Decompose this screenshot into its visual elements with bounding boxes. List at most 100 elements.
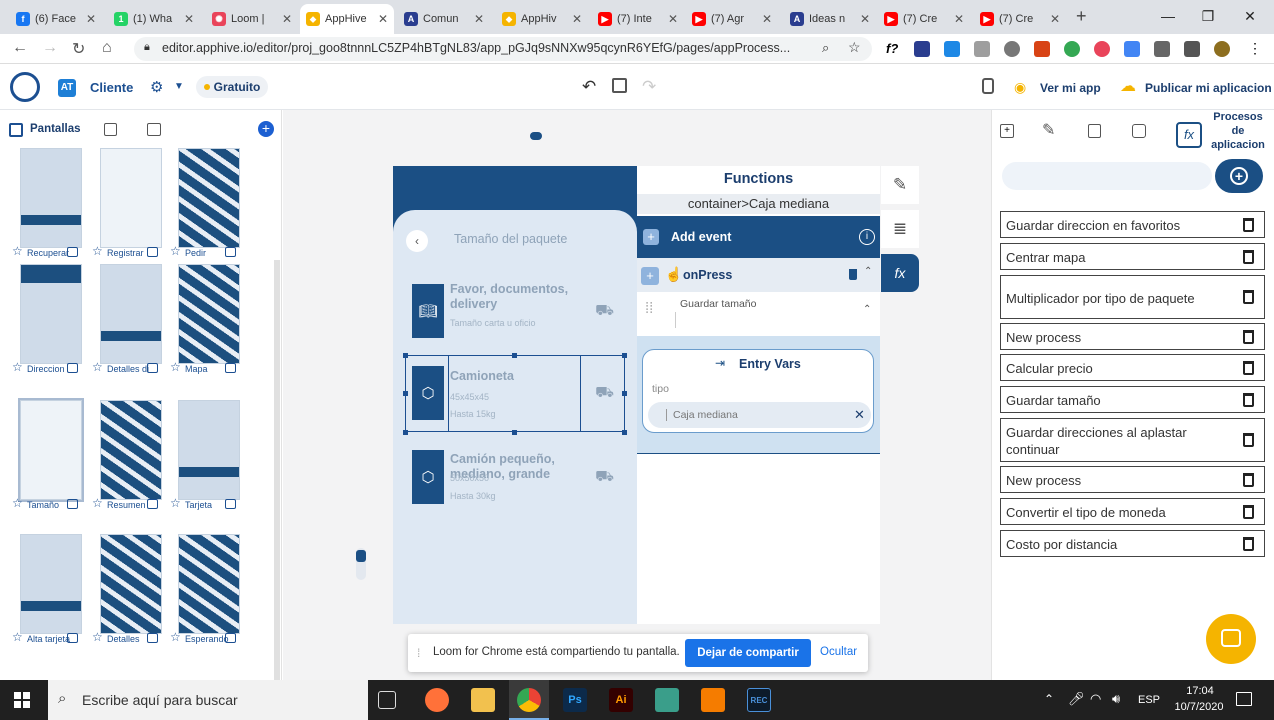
screen-thumbnail[interactable] <box>178 534 240 634</box>
recorder-icon[interactable]: REC <box>747 688 771 712</box>
process-item[interactable]: Guardar tamaño <box>1000 386 1265 413</box>
extension-icon-8[interactable] <box>1124 41 1140 57</box>
profile-avatar[interactable] <box>1214 41 1230 57</box>
package-option-large[interactable]: ⬡ Camión pequeño, mediano, grande 50x50x… <box>408 446 622 510</box>
process-item[interactable]: Guardar direcciones al aplastar continua… <box>1000 418 1265 462</box>
language-indicator[interactable]: ESP <box>1138 694 1160 706</box>
add-process-button[interactable]: + <box>1215 159 1263 193</box>
info-icon[interactable]: i <box>859 229 875 245</box>
trash-icon[interactable] <box>1243 433 1254 447</box>
close-tab-icon[interactable]: ✕ <box>762 12 772 26</box>
browser-tab[interactable]: 1 (1) Wha ✕ <box>108 4 200 34</box>
close-tab-icon[interactable]: ✕ <box>378 12 388 26</box>
extension-icon-2[interactable] <box>944 41 960 57</box>
trash-icon[interactable] <box>1243 217 1254 232</box>
extension-icon-4[interactable] <box>1004 41 1020 57</box>
delete-event-icon[interactable] <box>849 269 857 280</box>
screen-settings-icon[interactable] <box>67 247 78 257</box>
tray-chevron-icon[interactable]: ⌃ <box>1044 692 1054 706</box>
database-tool-icon[interactable]: ≣ <box>881 210 919 248</box>
back-button[interactable]: ‹ <box>406 230 428 252</box>
screen-thumbnail[interactable] <box>18 398 84 502</box>
chevron-down-icon[interactable]: ▼ <box>174 81 184 92</box>
tablet-view-icon[interactable] <box>104 123 117 136</box>
home-icon[interactable]: ⌂ <box>102 39 112 57</box>
close-tab-icon[interactable]: ✕ <box>282 12 292 26</box>
clear-value-icon[interactable]: ✕ <box>854 407 865 423</box>
event-row[interactable]: + ☝ onPress ⌃ <box>637 258 880 292</box>
address-bar[interactable]: 🔒︎ editor.apphive.io/editor/proj_goo8tnn… <box>134 37 872 61</box>
trash-icon[interactable] <box>1243 504 1254 519</box>
screen-settings-icon[interactable] <box>67 363 78 373</box>
functions-tool-icon[interactable]: fx <box>881 254 919 292</box>
scrollbar[interactable] <box>274 260 280 680</box>
settings-gear-icon[interactable]: ⚙ <box>150 78 163 96</box>
screen-thumbnail[interactable] <box>178 400 240 500</box>
volume-icon[interactable]: 🔊︎ <box>1112 691 1120 707</box>
favorite-star-icon[interactable]: ☆ <box>170 244 181 258</box>
process-item[interactable]: Multiplicador por tipo de paquete <box>1000 275 1265 319</box>
favorite-star-icon[interactable]: ☆ <box>92 360 103 374</box>
process-chevron-icon[interactable]: ⌃ <box>863 304 871 315</box>
favorite-star-icon[interactable]: ☆ <box>12 360 23 374</box>
close-tab-icon[interactable]: ✕ <box>1050 12 1060 26</box>
extension-icon-5[interactable] <box>1034 41 1050 57</box>
stop-sharing-button[interactable]: Dejar de compartir <box>685 639 811 667</box>
browser-tab[interactable]: A Ideas n ✕ <box>784 4 876 34</box>
resize-handle[interactable] <box>512 430 517 435</box>
process-item[interactable]: Guardar direccion en favoritos <box>1000 211 1265 238</box>
trash-icon[interactable] <box>1243 472 1254 487</box>
back-icon[interactable]: ← <box>12 39 28 57</box>
screens-tab-label[interactable]: Pantallas <box>30 123 81 135</box>
browser-tab[interactable]: ▶ (7) Cre ✕ <box>878 4 970 34</box>
reload-icon[interactable]: ↻ <box>72 39 85 59</box>
resize-handle[interactable] <box>512 353 517 358</box>
zoom-slider[interactable] <box>356 548 366 580</box>
process-item[interactable]: Calcular precio <box>1000 354 1265 381</box>
screen-settings-icon[interactable] <box>225 363 236 373</box>
apphive-logo[interactable] <box>10 72 40 102</box>
favorite-star-icon[interactable]: ☆ <box>12 244 23 258</box>
app-name[interactable]: Cliente <box>90 80 133 95</box>
close-tab-icon[interactable]: ✕ <box>86 12 96 26</box>
process-dropdown[interactable] <box>675 312 871 328</box>
screen-settings-icon[interactable] <box>225 499 236 509</box>
process-item[interactable]: Centrar mapa <box>1000 243 1265 270</box>
browser-tab[interactable]: ✺ Loom | ✕ <box>206 4 298 34</box>
layout-icon[interactable] <box>147 123 161 136</box>
taskbar-search-input[interactable]: ⌕ Escribe aquí para buscar <box>48 680 368 720</box>
favorite-star-icon[interactable]: ☆ <box>170 360 181 374</box>
chrome-taskbar-active[interactable] <box>509 680 549 720</box>
screen-thumbnail[interactable] <box>100 264 162 364</box>
favorite-star-icon[interactable]: ☆ <box>92 244 103 258</box>
minimize-button[interactable]: — <box>1148 4 1188 28</box>
extension-icon-1[interactable] <box>914 41 930 57</box>
favorite-star-icon[interactable]: ☆ <box>170 630 181 644</box>
close-tab-icon[interactable]: ✕ <box>860 12 870 26</box>
view-app-link[interactable]: Ver mi app <box>1040 81 1101 95</box>
task-view-icon[interactable] <box>378 691 396 709</box>
add-action-icon[interactable]: + <box>641 267 659 285</box>
resize-handle[interactable] <box>403 353 408 358</box>
resize-handle[interactable] <box>622 391 627 396</box>
microphone-icon[interactable]: 🎤︎ <box>1068 691 1085 707</box>
add-tab-icon[interactable]: + <box>1000 124 1014 138</box>
publish-app-link[interactable]: Publicar mi aplicacion <box>1145 81 1272 95</box>
extension-icon-3[interactable] <box>974 41 990 57</box>
trash-icon[interactable] <box>1243 249 1254 264</box>
process-item[interactable]: Convertir el tipo de moneda <box>1000 498 1265 525</box>
plan-badge[interactable]: Gratuito <box>196 76 268 98</box>
fx-tab-icon[interactable]: fx <box>1176 122 1202 148</box>
new-tab-button[interactable]: + <box>1076 6 1087 27</box>
resize-handle[interactable] <box>622 353 627 358</box>
trash-icon[interactable] <box>1243 392 1254 407</box>
browser-tab[interactable]: ⬥ AppHiv ✕ <box>496 4 588 34</box>
process-item[interactable]: Costo por distancia <box>1000 530 1265 557</box>
canvas-top-handle[interactable] <box>530 132 542 140</box>
screen-thumbnail[interactable] <box>20 148 82 248</box>
redo-icon[interactable]: ↷ <box>642 77 656 97</box>
photoshop-icon[interactable]: Ps <box>563 688 587 712</box>
package-option-small[interactable]: 📖︎ Favor, documentos, delivery Tamaño ca… <box>408 280 622 344</box>
illustrator-icon[interactable]: Ai <box>609 688 633 712</box>
close-tab-icon[interactable]: ✕ <box>184 12 194 26</box>
